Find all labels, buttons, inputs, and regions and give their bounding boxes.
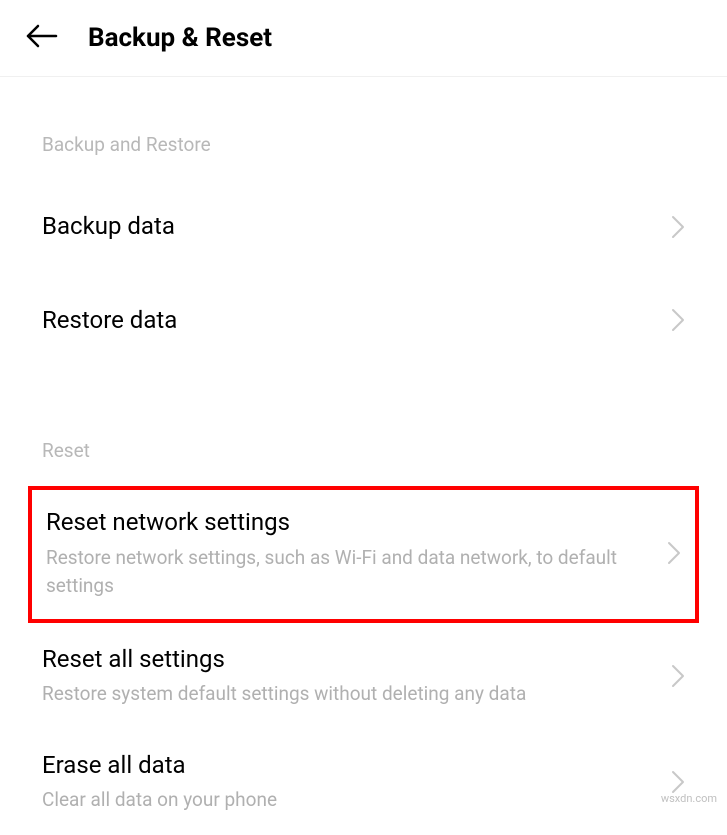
section-header-backup: Backup and Restore: [0, 77, 727, 180]
restore-data-item[interactable]: Restore data: [0, 274, 727, 368]
reset-all-settings-item[interactable]: Reset all settings Restore system defaul…: [0, 623, 727, 729]
page-title: Backup & Reset: [88, 23, 272, 53]
chevron-right-icon: [671, 215, 685, 239]
chevron-right-icon: [667, 541, 681, 565]
chevron-right-icon: [671, 770, 685, 794]
list-item-text: Erase all data Clear all data on your ph…: [42, 749, 663, 815]
restore-data-title: Restore data: [42, 304, 663, 338]
reset-network-subtitle: Restore network settings, such as Wi-Fi …: [46, 544, 636, 601]
watermark: wsxdn.com: [661, 792, 717, 805]
back-arrow-icon: [24, 18, 60, 58]
section-header-reset: Reset: [0, 367, 727, 486]
highlight-annotation: Reset network settings Restore network s…: [28, 486, 699, 623]
erase-all-title: Erase all data: [42, 749, 663, 783]
chevron-right-icon: [671, 308, 685, 332]
backup-data-title: Backup data: [42, 210, 663, 244]
erase-all-data-item[interactable]: Erase all data Clear all data on your ph…: [0, 729, 727, 835]
list-item-text: Reset all settings Restore system defaul…: [42, 643, 663, 709]
reset-all-subtitle: Restore system default settings without …: [42, 680, 632, 709]
list-item-text: Reset network settings Restore network s…: [46, 506, 659, 601]
reset-all-title: Reset all settings: [42, 643, 663, 677]
chevron-right-icon: [671, 664, 685, 688]
list-item-text: Backup data: [42, 210, 663, 244]
app-header: Backup & Reset: [0, 0, 727, 77]
content-area: Backup and Restore Backup data Restore d…: [0, 77, 727, 835]
reset-network-settings-item[interactable]: Reset network settings Restore network s…: [32, 490, 695, 619]
backup-data-item[interactable]: Backup data: [0, 180, 727, 274]
reset-network-title: Reset network settings: [46, 506, 659, 540]
back-button[interactable]: [24, 20, 60, 56]
list-item-text: Restore data: [42, 304, 663, 338]
